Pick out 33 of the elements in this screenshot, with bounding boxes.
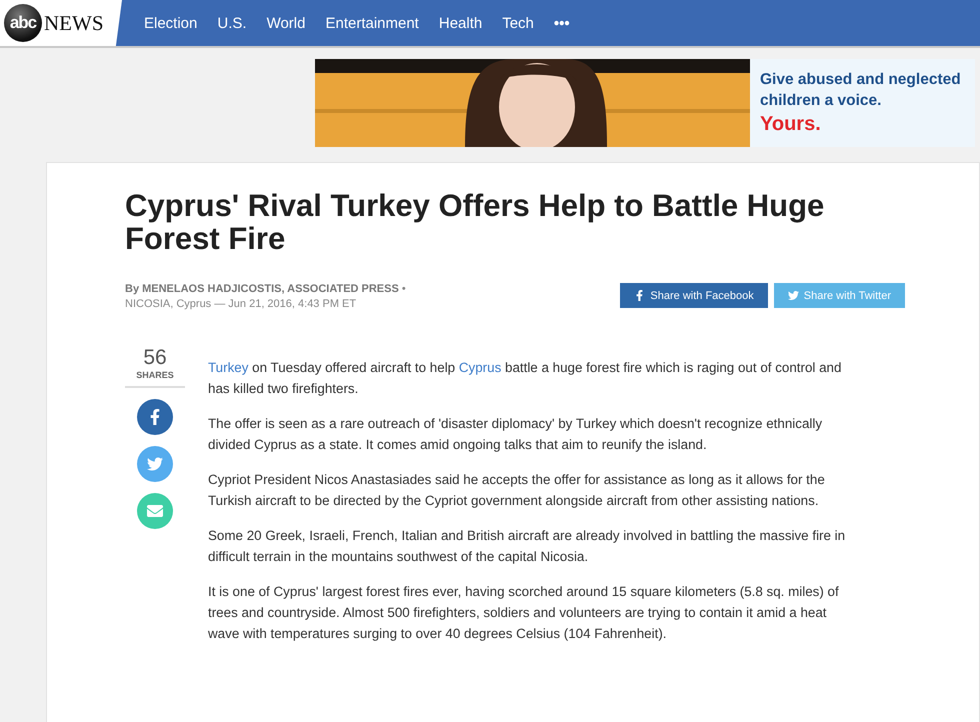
article-link[interactable]: Turkey	[208, 360, 248, 375]
nav-link[interactable]: Tech	[502, 14, 534, 32]
logo-word[interactable]: NEWS	[44, 10, 104, 36]
facebook-share-button[interactable]: Share with Facebook	[620, 283, 768, 308]
facebook-share-button[interactable]	[137, 399, 173, 435]
nav-link[interactable]: Entertainment	[325, 14, 419, 32]
article-paragraph: Cypriot President Nicos Anastasiades said he accepts the offer for assistance as long as it allows for the Turkish aircraft to be directed by the Cypriot government alongside aircraft from other assisting nations.	[208, 471, 826, 510]
share-count: 56	[143, 346, 167, 370]
byline: By MENELAOS HADJICOSTIS, ASSOCIATED PRESS	[125, 283, 399, 295]
logo-mark[interactable]: abc	[4, 4, 42, 42]
facebook-icon	[634, 290, 646, 301]
twitter-share-button[interactable]	[137, 446, 173, 482]
ad-tagline: Yours.	[760, 113, 822, 136]
dateline: NICOSIA, Cyprus — Jun 21, 2016, 4:43 PM ET	[125, 298, 358, 310]
email-share-button[interactable]	[137, 493, 173, 529]
article-paragraph: The offer is seen as a rare outreach of 'disaster diplomacy' by Turkey which doesn't recognize ethnically divided Cyprus as a state. It comes amid ongoing talks that aim to reunify the island.	[208, 415, 824, 454]
article-link[interactable]: Cyprus	[458, 360, 502, 375]
ad-banner[interactable]: Give abused and neglected children a voice. Yours.	[315, 59, 975, 147]
nav-link[interactable]: Health	[438, 14, 482, 32]
nav-link[interactable]: Election	[144, 14, 198, 32]
shares-label: SHARES	[125, 370, 185, 388]
separator-dot: •	[402, 283, 406, 295]
article-paragraph: It is one of Cyprus' largest forest fires ever, having scorched around 15 square kilometers (5.8 sq. miles) of trees and countryside. Almost 500 firefighters, soldiers and volunteers are trying to contain it amid a heat wave with temperatures surging to over 40 degrees Celsius (104 Fahrenheit).	[208, 583, 840, 643]
nav-link[interactable]: U.S.	[217, 14, 247, 32]
article-paragraph: Some 20 Greek, Israeli, French, Italian and British aircraft are already involved in battling the massive fire in difficult terrain in the mountains southwest of the capital Nicosia.	[208, 527, 846, 566]
envelope-icon	[147, 503, 163, 519]
article-paragraph: Turkey on Tuesday offered aircraft to help Cyprus battle a huge forest fire which is raging out of control and has killed two firefighters.	[208, 359, 842, 398]
bird-icon	[788, 290, 799, 301]
ad-text: Give abused and neglected children a voice.	[760, 70, 962, 111]
article-title: Cyprus' Rival Turkey Offers Help to Battle Huge Forest Fire	[125, 189, 826, 255]
bird-icon	[147, 456, 163, 472]
nav-link[interactable]: World	[266, 14, 306, 32]
more-link[interactable]: •••	[554, 14, 570, 32]
